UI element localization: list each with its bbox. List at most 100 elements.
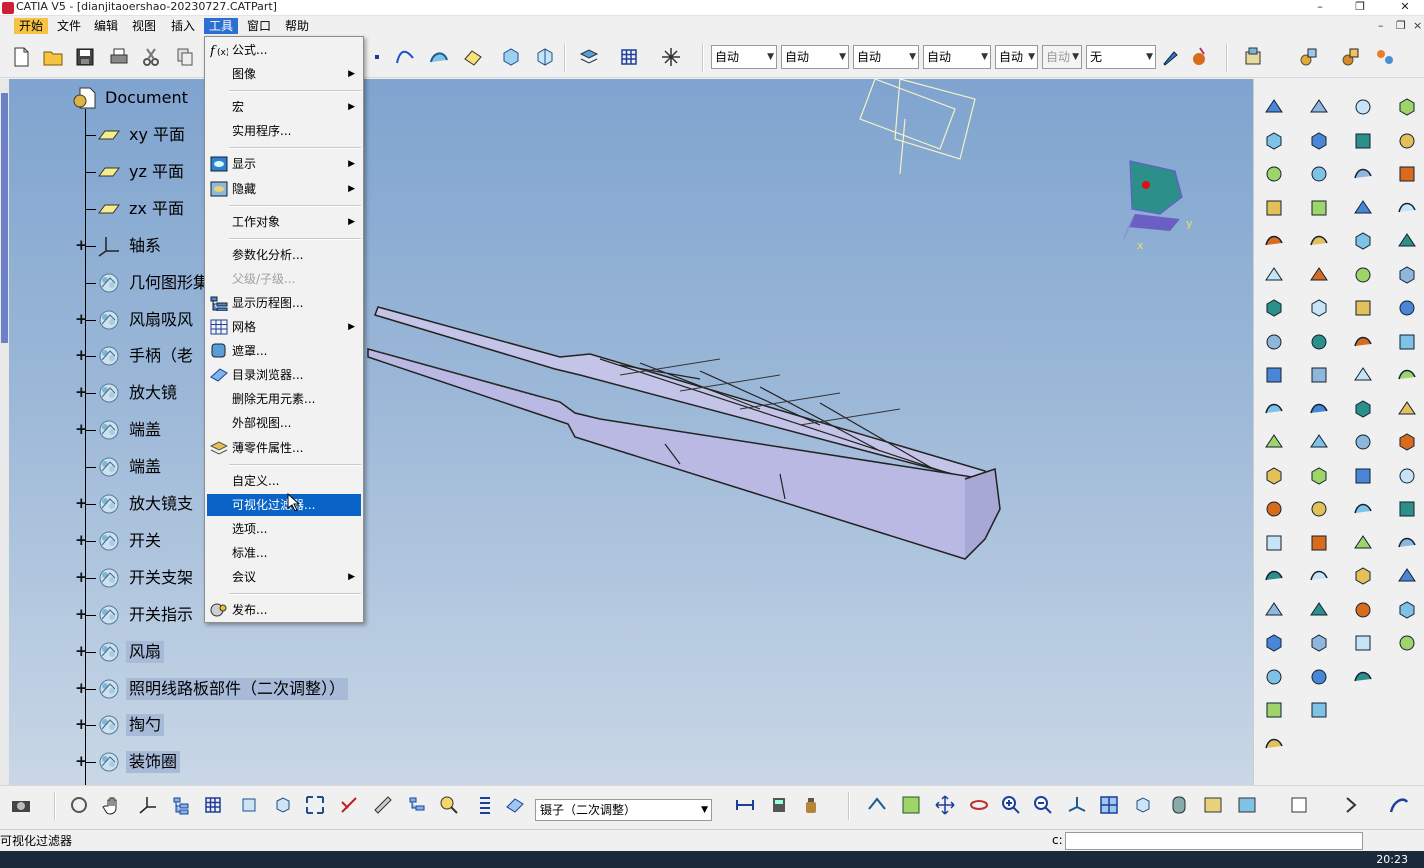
expand-icon[interactable]: + (75, 717, 88, 732)
workbench-tool-icon[interactable] (1262, 330, 1286, 354)
doc-restore-button[interactable]: ❐ (1396, 18, 1406, 34)
workbench-tool-icon[interactable] (1307, 665, 1331, 689)
properties-icon[interactable] (1286, 792, 1312, 818)
tree-node[interactable]: 放大镜支 (96, 492, 196, 516)
rotate-icon[interactable] (66, 792, 92, 818)
iso-view-icon[interactable] (1130, 792, 1156, 818)
hide-show-icon[interactable] (1200, 792, 1226, 818)
workbench-tool-icon[interactable] (1351, 229, 1375, 253)
tree-node[interactable]: 几何图形集 (96, 271, 212, 295)
menu-item-catalog-browser[interactable]: 目录浏览器... (207, 364, 361, 386)
part-body-icon[interactable] (502, 792, 528, 818)
workbench-tool-icon[interactable] (1262, 497, 1286, 521)
menu-item-visualization-filter[interactable]: 可视化过滤器... (207, 493, 361, 516)
tree-node[interactable]: 放大镜 (96, 381, 180, 405)
line-weight-combo[interactable]: 自动 ▼ (781, 45, 849, 69)
tree-node[interactable]: 开关指示 (96, 603, 196, 627)
workbench-tool-icon[interactable] (1307, 95, 1331, 119)
device-icon[interactable] (766, 792, 792, 818)
analysis-icon[interactable] (576, 44, 602, 70)
expand-icon[interactable]: + (75, 569, 88, 584)
expand-icon[interactable]: + (75, 385, 88, 400)
print-icon[interactable] (106, 44, 132, 70)
menu-item-grid[interactable]: 网格 ▶ (207, 316, 361, 338)
tree-node[interactable]: 轴系 (96, 234, 164, 258)
dimension-icon[interactable] (732, 792, 758, 818)
fly-mode-icon[interactable] (864, 792, 890, 818)
maximize-button[interactable]: ❐ (1345, 0, 1375, 14)
menu-item-utility[interactable]: 实用程序... (207, 120, 361, 142)
product-alt-icon[interactable] (1338, 44, 1364, 70)
menu-item-external-view[interactable]: 外部视图... (207, 412, 361, 434)
tree-node[interactable]: 端盖 (96, 418, 164, 442)
new-file-icon[interactable] (8, 44, 34, 70)
workbench-tool-icon[interactable] (1307, 598, 1331, 622)
axis-system-icon[interactable] (134, 792, 160, 818)
menu-item-work-object[interactable]: 工作对象 ▶ (207, 211, 361, 233)
menu-help[interactable]: 帮助 (280, 18, 314, 34)
workbench-tool-icon[interactable] (1351, 162, 1375, 186)
workbench-tool-icon[interactable] (1307, 263, 1331, 287)
workbench-tool-icon[interactable] (1262, 464, 1286, 488)
product-icon[interactable] (1296, 44, 1322, 70)
workbench-tool-icon[interactable] (1351, 430, 1375, 454)
workbench-tool-icon[interactable] (1307, 162, 1331, 186)
workbench-tool-icon[interactable] (1351, 497, 1375, 521)
expand-icon[interactable]: + (75, 311, 88, 326)
menu-item-options[interactable]: 选项... (207, 518, 361, 540)
point-type-combo[interactable]: 自动 ▼ (923, 45, 991, 69)
workbench-tool-icon[interactable] (1307, 631, 1331, 655)
workbench-tool-icon[interactable] (1351, 665, 1375, 689)
menu-view[interactable]: 视图 (127, 18, 161, 34)
menu-item-conferencing[interactable]: 会议 ▶ (207, 566, 361, 588)
expand-icon[interactable]: + (75, 422, 88, 437)
fit-all-in-icon[interactable] (898, 792, 924, 818)
workbench-tool-icon[interactable] (1351, 631, 1375, 655)
workbench-tool-icon[interactable] (1262, 665, 1286, 689)
expand-icon[interactable]: + (75, 643, 88, 658)
workbench-tool-icon[interactable] (1262, 564, 1286, 588)
open-folder-icon[interactable] (40, 44, 66, 70)
search-icon[interactable] (436, 792, 462, 818)
menu-edit[interactable]: 编辑 (89, 18, 123, 34)
menu-item-hide[interactable]: 隐藏 ▶ (207, 178, 361, 200)
workbench-tool-icon[interactable] (1262, 430, 1286, 454)
next-icon[interactable] (1338, 792, 1364, 818)
cut-icon[interactable] (138, 44, 164, 70)
workbench-tool-icon[interactable] (1307, 363, 1331, 387)
workbench-tool-icon[interactable] (1307, 196, 1331, 220)
compass-widget[interactable] (1123, 160, 1183, 240)
zoom-in-icon[interactable] (998, 792, 1024, 818)
pan-icon[interactable] (932, 792, 958, 818)
tree-root[interactable]: Document (72, 86, 191, 110)
workbench-tool-icon[interactable] (1351, 296, 1375, 320)
menu-item-publication[interactable]: 发布... (207, 599, 361, 621)
workbench-tool-icon[interactable] (1307, 497, 1331, 521)
workbench-tool-icon[interactable] (1262, 196, 1286, 220)
tree-node[interactable]: 装饰圈 (96, 750, 181, 774)
workbench-tool-icon[interactable] (1262, 229, 1286, 253)
constraint-icon[interactable] (336, 792, 362, 818)
tree-node[interactable]: 端盖 (96, 455, 164, 479)
workbench-tool-icon[interactable] (1395, 196, 1419, 220)
minimize-button[interactable]: – (1305, 0, 1335, 14)
menu-insert[interactable]: 插入 (166, 18, 200, 34)
copy-icon[interactable] (172, 44, 198, 70)
menu-window[interactable]: 窗口 (242, 18, 276, 34)
workbench-tool-icon[interactable] (1307, 129, 1331, 153)
menu-tools[interactable]: 工具 (204, 18, 239, 34)
workbench-tool-icon[interactable] (1395, 430, 1419, 454)
sketch-plane-icon[interactable] (460, 44, 486, 70)
workbench-tool-icon[interactable] (1262, 631, 1286, 655)
workbench-tool-icon[interactable] (1395, 464, 1419, 488)
workbench-tool-icon[interactable] (1395, 564, 1419, 588)
layer-combo[interactable]: 自动 ▼ (995, 45, 1038, 69)
workbench-tool-icon[interactable] (1262, 598, 1286, 622)
pan-hand-icon[interactable] (100, 792, 126, 818)
tree-node[interactable]: 手柄（老 (96, 344, 196, 368)
workbench-tool-icon[interactable] (1351, 95, 1375, 119)
command-input[interactable] (1065, 832, 1363, 850)
product-link-icon[interactable] (1372, 44, 1398, 70)
workbench-tool-icon[interactable] (1395, 598, 1419, 622)
rotate-view-icon[interactable] (966, 792, 992, 818)
